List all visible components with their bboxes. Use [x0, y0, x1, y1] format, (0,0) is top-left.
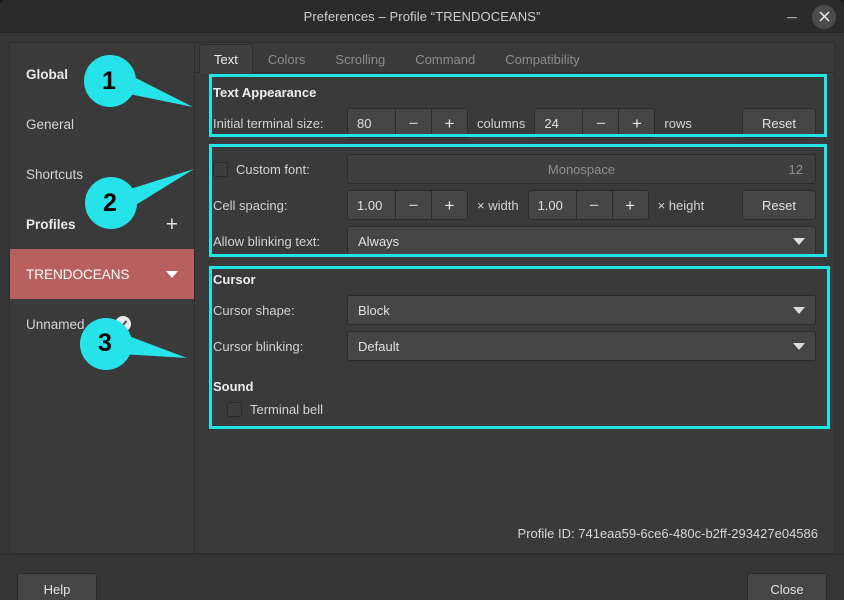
- cursor-blinking-select[interactable]: Default: [347, 331, 816, 361]
- terminal-size-reset-button[interactable]: Reset: [742, 108, 816, 138]
- annotation-marker-3: 3: [75, 308, 205, 378]
- rows-stepper[interactable]: 24 − +: [534, 108, 656, 138]
- cell-width-stepper[interactable]: 1.00 − +: [347, 190, 468, 220]
- font-size: 12: [788, 161, 803, 177]
- font-name: Monospace: [547, 161, 616, 177]
- cursor-shape-value: Block: [358, 302, 390, 318]
- tab-label: Compatibility: [505, 51, 580, 67]
- custom-font-toggle[interactable]: Custom font:: [213, 161, 347, 177]
- footer: Help Close: [0, 554, 844, 600]
- initial-terminal-size-row: Initial terminal size: 80 − + columns 24…: [213, 108, 816, 138]
- sidebar-item-label: Profiles: [26, 216, 76, 232]
- cell-width-unit-label: × width: [477, 197, 519, 213]
- cell-spacing-reset-button[interactable]: Reset: [742, 190, 816, 220]
- cell-height-value[interactable]: 1.00: [529, 191, 576, 219]
- terminal-bell-toggle[interactable]: Terminal bell: [227, 402, 816, 417]
- cell-spacing-row: Cell spacing: 1.00 − + × width 1.00 − +: [213, 190, 816, 220]
- section-font: Custom font: Monospace 12 Cell spacing: …: [207, 146, 822, 262]
- columns-plus-icon[interactable]: +: [431, 109, 467, 137]
- window-title: Preferences – Profile “TRENDOCEANS”: [303, 8, 541, 24]
- minimize-icon[interactable]: [780, 5, 804, 29]
- annotation-marker-1: 1: [78, 45, 208, 120]
- custom-font-label: Custom font:: [236, 161, 310, 177]
- rows-plus-icon[interactable]: +: [618, 109, 654, 137]
- annotation-number: 1: [102, 67, 116, 95]
- columns-stepper[interactable]: 80 − +: [347, 108, 468, 138]
- terminal-bell-label: Terminal bell: [250, 402, 323, 417]
- tab-label: Colors: [267, 51, 306, 67]
- tab-command[interactable]: Command: [400, 44, 490, 73]
- font-chooser-button[interactable]: Monospace 12: [347, 154, 816, 184]
- tab-colors[interactable]: Colors: [253, 44, 321, 73]
- tab-label: Text: [214, 51, 238, 67]
- titlebar: Preferences – Profile “TRENDOCEANS”: [0, 0, 844, 33]
- sidebar-item-label: Shortcuts: [26, 166, 84, 182]
- columns-minus-icon[interactable]: −: [395, 109, 431, 137]
- annotation-marker-2: 2: [78, 163, 208, 233]
- annotation-number: 2: [103, 189, 117, 217]
- cell-width-plus-icon[interactable]: +: [431, 191, 467, 219]
- tab-bar: Text Colors Scrolling Command Compatibil…: [195, 43, 834, 73]
- tab-label: Command: [415, 51, 476, 67]
- tab-scrolling[interactable]: Scrolling: [320, 44, 400, 73]
- cursor-blinking-row: Cursor blinking: Default: [213, 331, 816, 361]
- help-button[interactable]: Help: [17, 572, 97, 600]
- annotation-number: 3: [98, 329, 112, 357]
- preferences-window: Preferences – Profile “TRENDOCEANS” Glob…: [0, 0, 844, 600]
- allow-blinking-text-row: Allow blinking text: Always: [213, 226, 816, 256]
- chevron-down-icon: [793, 237, 805, 245]
- main-pane: Text Colors Scrolling Command Compatibil…: [194, 42, 835, 554]
- profile-id-value: 741eaa59-6ce6-480c-b2ff-293427e04586: [578, 526, 818, 541]
- initial-terminal-size-label: Initial terminal size:: [213, 115, 324, 131]
- rows-value[interactable]: 24: [535, 109, 582, 137]
- terminal-bell-checkbox[interactable]: [227, 402, 242, 417]
- close-icon[interactable]: [812, 4, 836, 29]
- allow-blinking-text-value: Always: [358, 233, 400, 249]
- cursor-shape-label: Cursor shape:: [213, 302, 295, 318]
- sound-section-title: Sound: [213, 379, 254, 394]
- tab-compatibility[interactable]: Compatibility: [490, 44, 594, 73]
- allow-blinking-text-select[interactable]: Always: [347, 226, 816, 256]
- cursor-shape-row: Cursor shape: Block: [213, 295, 816, 325]
- allow-blinking-text-label: Allow blinking text:: [213, 233, 320, 249]
- section-text-appearance: Text Appearance Initial terminal size: 8…: [207, 83, 822, 146]
- columns-value[interactable]: 80: [348, 109, 395, 137]
- sidebar-item-label: Global: [26, 66, 69, 82]
- rows-unit-label: rows: [664, 115, 692, 131]
- profile-id: Profile ID: 741eaa59-6ce6-480c-b2ff-2934…: [518, 526, 818, 541]
- cursor-shape-select[interactable]: Block: [347, 295, 816, 325]
- chevron-down-icon: [793, 342, 805, 350]
- sidebar-item-trendoceans[interactable]: TRENDOCEANS: [10, 249, 194, 299]
- section-cursor: Cursor Cursor shape: Block Cursor blinki…: [207, 262, 822, 421]
- custom-font-row: Custom font: Monospace 12: [213, 154, 816, 184]
- cursor-blinking-label: Cursor blinking:: [213, 338, 304, 354]
- tab-label: Scrolling: [335, 51, 386, 67]
- section-title: Text Appearance: [213, 85, 317, 100]
- chevron-down-icon: [793, 306, 805, 314]
- close-button[interactable]: Close: [747, 572, 827, 600]
- profile-id-label: Profile ID:: [517, 526, 575, 541]
- cell-spacing-label: Cell spacing:: [213, 197, 288, 213]
- cell-height-minus-icon[interactable]: −: [575, 191, 612, 219]
- rows-minus-icon[interactable]: −: [582, 109, 618, 137]
- cursor-section-title: Cursor: [213, 272, 256, 287]
- sidebar-item-label: TRENDOCEANS: [26, 266, 130, 282]
- tab-content-text: Text Appearance Initial terminal size: 8…: [195, 73, 834, 553]
- cell-height-stepper[interactable]: 1.00 − +: [527, 190, 649, 220]
- cell-height-unit-label: × height: [657, 197, 705, 213]
- cell-width-minus-icon[interactable]: −: [395, 191, 431, 219]
- titlebar-buttons: [780, 0, 836, 33]
- custom-font-checkbox[interactable]: [213, 161, 228, 177]
- chevron-down-icon[interactable]: [166, 270, 178, 278]
- cell-height-plus-icon[interactable]: +: [611, 191, 648, 219]
- cell-width-value[interactable]: 1.00: [348, 191, 395, 219]
- cursor-blinking-value: Default: [358, 338, 400, 354]
- columns-unit-label: columns: [477, 115, 526, 131]
- sidebar-item-label: General: [26, 116, 75, 132]
